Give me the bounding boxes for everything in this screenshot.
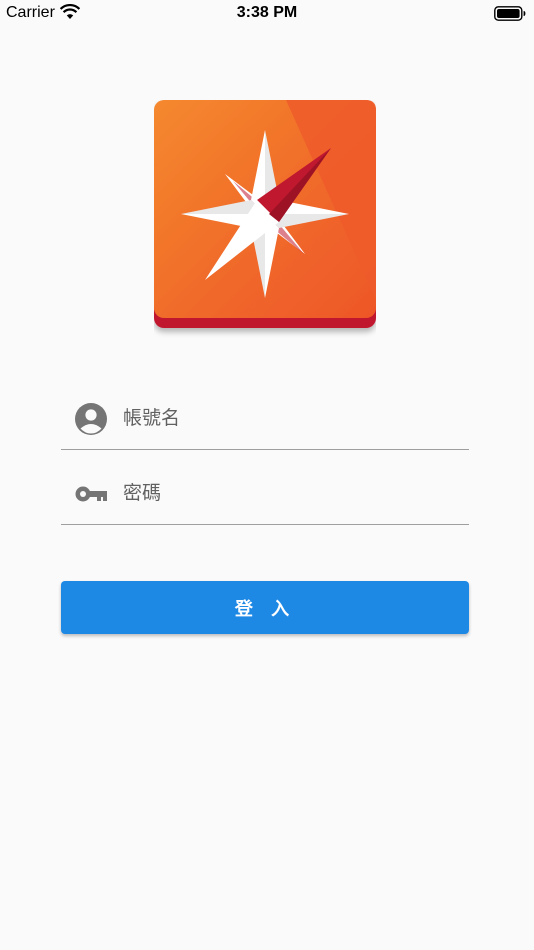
login-screen: Carrier 3:38 PM 帳號名 登 入 (0, 0, 534, 950)
username-field (61, 394, 469, 450)
battery-icon (494, 6, 526, 21)
password-input[interactable] (123, 477, 453, 509)
login-button[interactable]: 登 入 (61, 581, 469, 634)
status-bar: Carrier 3:38 PM (0, 0, 534, 28)
username-input[interactable] (123, 402, 453, 434)
status-time: 3:38 PM (236, 4, 298, 21)
key-icon (75, 486, 107, 502)
login-button-label: 登 入 (234, 598, 296, 620)
account-circle-icon (75, 403, 107, 435)
password-field (61, 469, 469, 525)
compass-star-logo (154, 100, 376, 328)
